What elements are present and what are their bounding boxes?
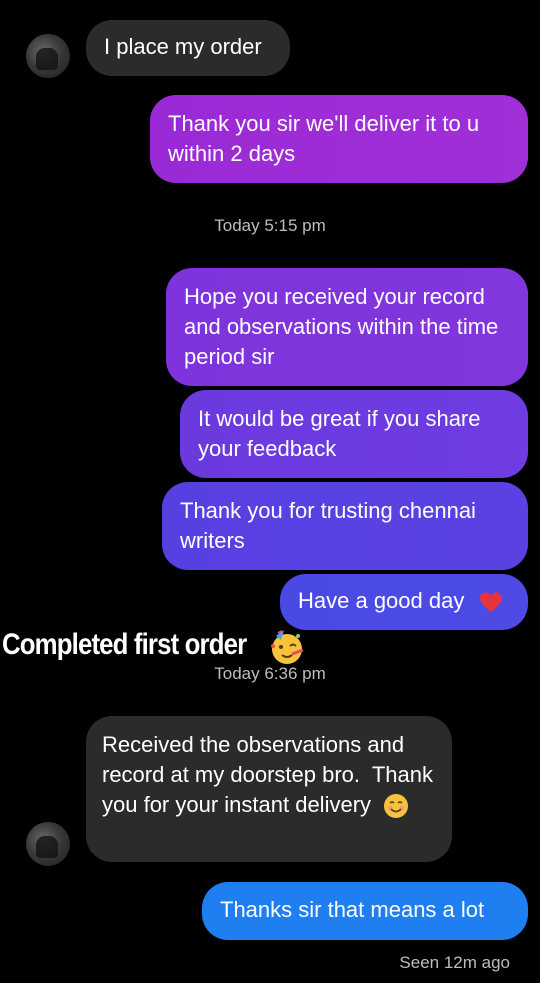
incoming-message[interactable]: I place my order (86, 20, 290, 76)
incoming-message[interactable]: Received the observations and record at … (86, 716, 452, 862)
outgoing-message[interactable]: Hope you received your record and observ… (166, 268, 528, 386)
message-text: It would be great if you share your feed… (198, 406, 481, 461)
timestamp: Today 6:36 pm (214, 664, 326, 683)
timestamp: Today 5:15 pm (214, 216, 326, 235)
party-face-emoji-icon (271, 630, 304, 664)
message-text: Thanks sir that means a lot (220, 897, 485, 922)
message-text: Hope you received your record and observ… (184, 284, 499, 369)
outgoing-message[interactable]: Thank you for trusting chennai writers (162, 482, 528, 570)
contact-avatar[interactable] (26, 822, 70, 866)
smiling-face-emoji-icon (384, 794, 409, 819)
outgoing-message[interactable]: Have a good day (280, 574, 528, 630)
outgoing-message[interactable]: It would be great if you share your feed… (180, 390, 528, 478)
message-text: Have a good day (298, 588, 465, 613)
overlay-caption: Completed first order (2, 628, 247, 661)
message-text: I place my order (104, 34, 262, 59)
contact-avatar[interactable] (26, 34, 70, 78)
seen-status: Seen 12m ago (399, 953, 510, 972)
outgoing-message[interactable]: Thanks sir that means a lot (202, 882, 528, 940)
message-text: Thank you for trusting chennai writers (180, 498, 476, 553)
heart-emoji-icon (480, 592, 503, 613)
outgoing-message[interactable]: Thank you sir we'll deliver it to u with… (150, 95, 528, 183)
message-text: Thank you sir we'll deliver it to u with… (168, 111, 480, 166)
